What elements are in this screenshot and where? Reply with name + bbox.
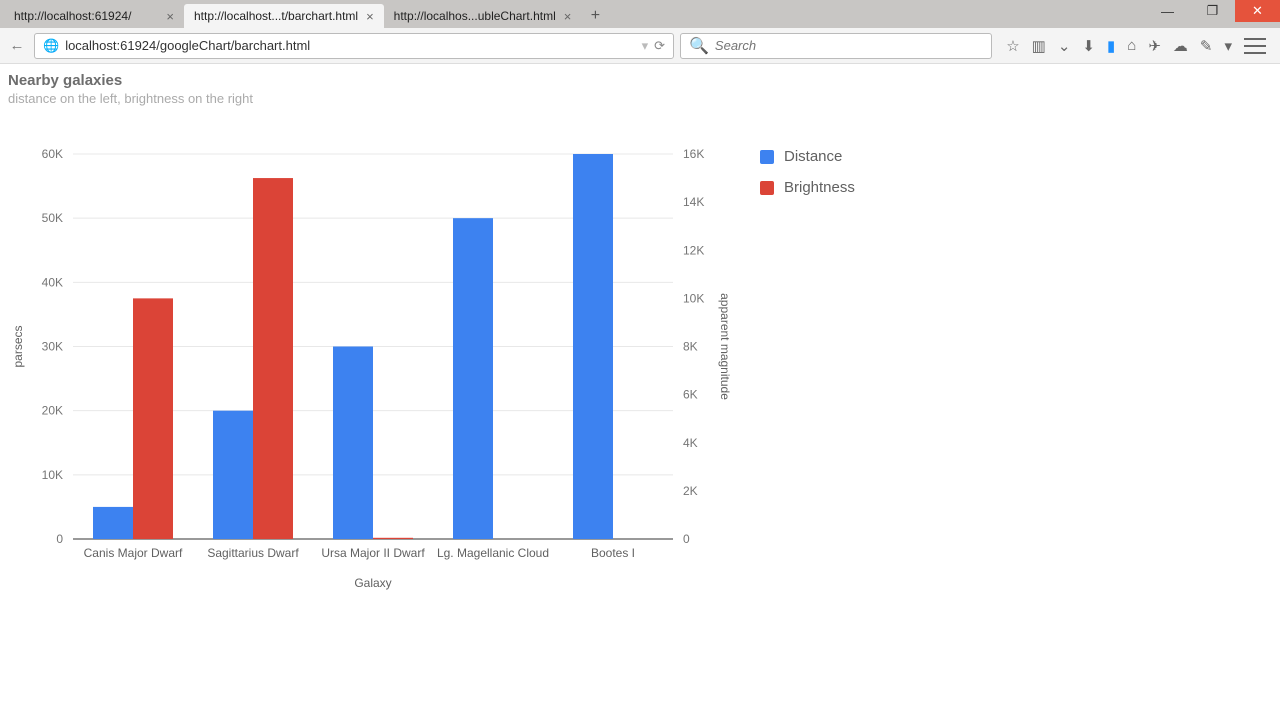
svg-text:16K: 16K — [683, 147, 704, 161]
chart-title: Nearby galaxies — [8, 72, 1272, 89]
tab-close-icon[interactable]: × — [564, 9, 572, 24]
toolbar-icons: ☆ ▥ ⌄ ⬇ ▮ ⌂ ✈ ☁ ✎ ▾ — [998, 37, 1274, 55]
tab-1[interactable]: http://localhost...t/barchart.html × — [184, 4, 384, 28]
nav-bar: ← 🌐 ▾ ⟳ 🔍 ☆ ▥ ⌄ ⬇ ▮ ⌂ ✈ ☁ ✎ ▾ — [0, 28, 1280, 64]
chart-svg: 0 10K 20K 30K 40K 50K 60K 0 2K 4K 6K 8K 10K 12K 14K 16K… — [8, 124, 748, 624]
globe-icon: 🌐 — [43, 38, 59, 54]
svg-text:parsecs: parsecs — [11, 325, 25, 367]
new-tab-button[interactable]: + — [581, 4, 609, 28]
send-icon[interactable]: ✈ — [1148, 37, 1161, 55]
bookmark-star-icon[interactable]: ☆ — [1006, 37, 1019, 55]
svg-text:Galaxy: Galaxy — [354, 576, 391, 590]
chart: 0 10K 20K 30K 40K 50K 60K 0 2K 4K 6K 8K 10K 12K 14K 16K… — [8, 124, 908, 624]
svg-text:Lg. Magellanic Cloud: Lg. Magellanic Cloud — [437, 546, 549, 560]
tab-title: http://localhost:61924/ — [14, 9, 158, 23]
svg-text:Bootes I: Bootes I — [591, 546, 635, 560]
svg-text:20K: 20K — [42, 404, 63, 418]
svg-text:4K: 4K — [683, 436, 698, 450]
chart-subtitle: distance on the left, brightness on the … — [8, 91, 1272, 106]
reader-mode-icon[interactable]: ▾ — [642, 38, 649, 54]
search-bar[interactable]: 🔍 — [680, 33, 992, 59]
tab-strip: http://localhost:61924/ × http://localho… — [0, 0, 1280, 28]
downloads-icon[interactable]: ⬇ — [1082, 37, 1095, 55]
svg-text:10K: 10K — [42, 468, 63, 482]
svg-text:8K: 8K — [683, 340, 698, 354]
svg-text:10K: 10K — [683, 291, 704, 305]
page-content: Nearby galaxies distance on the left, br… — [0, 64, 1280, 720]
back-icon[interactable]: ← — [6, 35, 28, 57]
svg-text:Ursa Major II Dwarf: Ursa Major II Dwarf — [321, 546, 425, 560]
svg-text:Canis Major Dwarf: Canis Major Dwarf — [84, 546, 183, 560]
tab-0[interactable]: http://localhost:61924/ × — [4, 4, 184, 28]
pocket-icon[interactable]: ⌄ — [1058, 37, 1071, 55]
tab-title: http://localhos...ubleChart.html — [394, 9, 556, 23]
chevron-down-icon[interactable]: ▾ — [1224, 37, 1232, 55]
svg-text:Sagittarius Dwarf: Sagittarius Dwarf — [207, 546, 299, 560]
svg-text:0: 0 — [56, 532, 63, 546]
window-minimize-button[interactable]: — — [1145, 0, 1190, 22]
window-maximize-button[interactable]: ❐ — [1190, 0, 1235, 22]
tab-2[interactable]: http://localhos...ubleChart.html × — [384, 4, 582, 28]
search-input[interactable] — [715, 38, 983, 53]
tab-close-icon[interactable]: × — [166, 9, 174, 24]
svg-text:0: 0 — [683, 532, 690, 546]
chat-icon[interactable]: ☁ — [1173, 37, 1188, 55]
window-controls: — ❐ ✕ — [1145, 0, 1280, 28]
tab-close-icon[interactable]: × — [366, 9, 374, 24]
svg-text:60K: 60K — [42, 147, 63, 161]
svg-text:6K: 6K — [683, 388, 698, 402]
svg-text:12K: 12K — [683, 243, 704, 257]
svg-text:2K: 2K — [683, 484, 698, 498]
home-icon[interactable]: ⌂ — [1127, 37, 1136, 54]
svg-text:apparent magnitude: apparent magnitude — [718, 293, 732, 400]
svg-text:40K: 40K — [42, 275, 63, 289]
addon-icon[interactable]: ▮ — [1107, 37, 1115, 55]
window-close-button[interactable]: ✕ — [1235, 0, 1280, 22]
url-input[interactable] — [65, 38, 635, 53]
url-bar[interactable]: 🌐 ▾ ⟳ — [34, 33, 674, 59]
tab-title: http://localhost...t/barchart.html — [194, 9, 358, 23]
search-icon: 🔍 — [689, 36, 709, 56]
svg-text:14K: 14K — [683, 195, 704, 209]
svg-text:30K: 30K — [42, 340, 63, 354]
paint-icon[interactable]: ✎ — [1200, 37, 1213, 55]
reload-icon[interactable]: ⟳ — [654, 38, 665, 54]
library-icon[interactable]: ▥ — [1032, 37, 1046, 55]
menu-icon[interactable] — [1244, 38, 1266, 54]
svg-text:50K: 50K — [42, 211, 63, 225]
